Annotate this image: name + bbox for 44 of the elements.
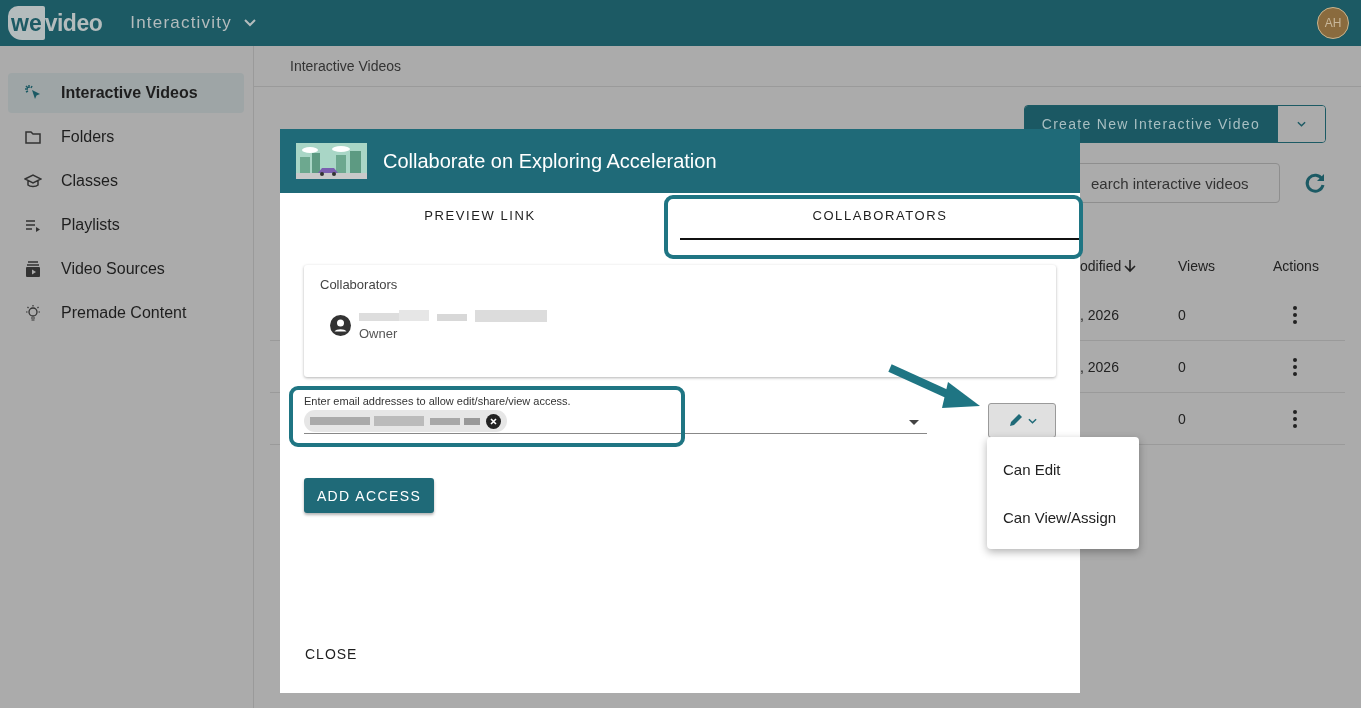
- menu-item[interactable]: Can View/Assign: [987, 493, 1139, 541]
- column-header[interactable]: odified: [1080, 258, 1178, 274]
- table-cell-text: 0: [1178, 410, 1187, 427]
- sidebar-item[interactable]: Classes: [8, 161, 244, 201]
- dropdown-button[interactable]: [1277, 106, 1325, 142]
- more-options-icon[interactable]: [1293, 357, 1297, 376]
- graduation-cap-icon: [24, 172, 42, 190]
- product-name: Interactivity: [130, 13, 232, 33]
- more-options-icon[interactable]: [1293, 409, 1297, 428]
- table-cell-text: , 2026: [1080, 358, 1120, 375]
- refresh-icon[interactable]: [1304, 172, 1326, 194]
- chevron-down-icon: [1297, 121, 1306, 127]
- sidebar-item[interactable]: Interactive Videos: [8, 73, 244, 113]
- column-header[interactable]: Actions: [1273, 258, 1345, 274]
- more-options-icon[interactable]: [1293, 305, 1297, 324]
- remove-icon[interactable]: [486, 413, 501, 429]
- person-icon: [330, 315, 351, 336]
- sidebar-item[interactable]: Folders: [8, 117, 244, 157]
- table-cell-text: , 2026: [1080, 306, 1120, 323]
- close-button[interactable]: CLOSE: [305, 646, 358, 662]
- permission-button[interactable]: [988, 403, 1056, 438]
- chevron-down-icon: [1027, 417, 1037, 424]
- create-button[interactable]: Create New Interactive Video: [1024, 106, 1277, 142]
- email-input-field[interactable]: Enter email addresses to allow edit/share/view access.: [304, 395, 927, 434]
- dropdown-arrow-icon[interactable]: [909, 420, 919, 425]
- pencil-icon: [1007, 413, 1023, 428]
- logo[interactable]: wevideo: [8, 6, 103, 40]
- table-cell-text: 0: [1178, 358, 1187, 375]
- sidebar-item[interactable]: Video Sources: [8, 249, 244, 289]
- menu-item[interactable]: Can Edit: [987, 445, 1139, 493]
- folder-icon: [24, 128, 42, 146]
- table-cell-text: 0: [1178, 306, 1187, 323]
- card-title: Collaborators: [320, 277, 399, 292]
- email-chip[interactable]: [304, 410, 507, 432]
- chevron-down-icon[interactable]: [243, 19, 256, 27]
- breadcrumb[interactable]: Interactive Videos: [254, 46, 1361, 87]
- lightbulb-icon: [24, 304, 42, 322]
- add-access-button[interactable]: ADD ACCESS: [304, 478, 434, 513]
- sidebar-item[interactable]: Playlists: [8, 205, 244, 245]
- sidebar-item[interactable]: Premade Content: [8, 293, 244, 333]
- dialog-title: Collaborate on Exploring Acceleration: [383, 149, 717, 173]
- video-stack-icon: [24, 260, 42, 278]
- owner-role: Owner: [359, 326, 399, 341]
- column-header[interactable]: Views: [1178, 258, 1273, 274]
